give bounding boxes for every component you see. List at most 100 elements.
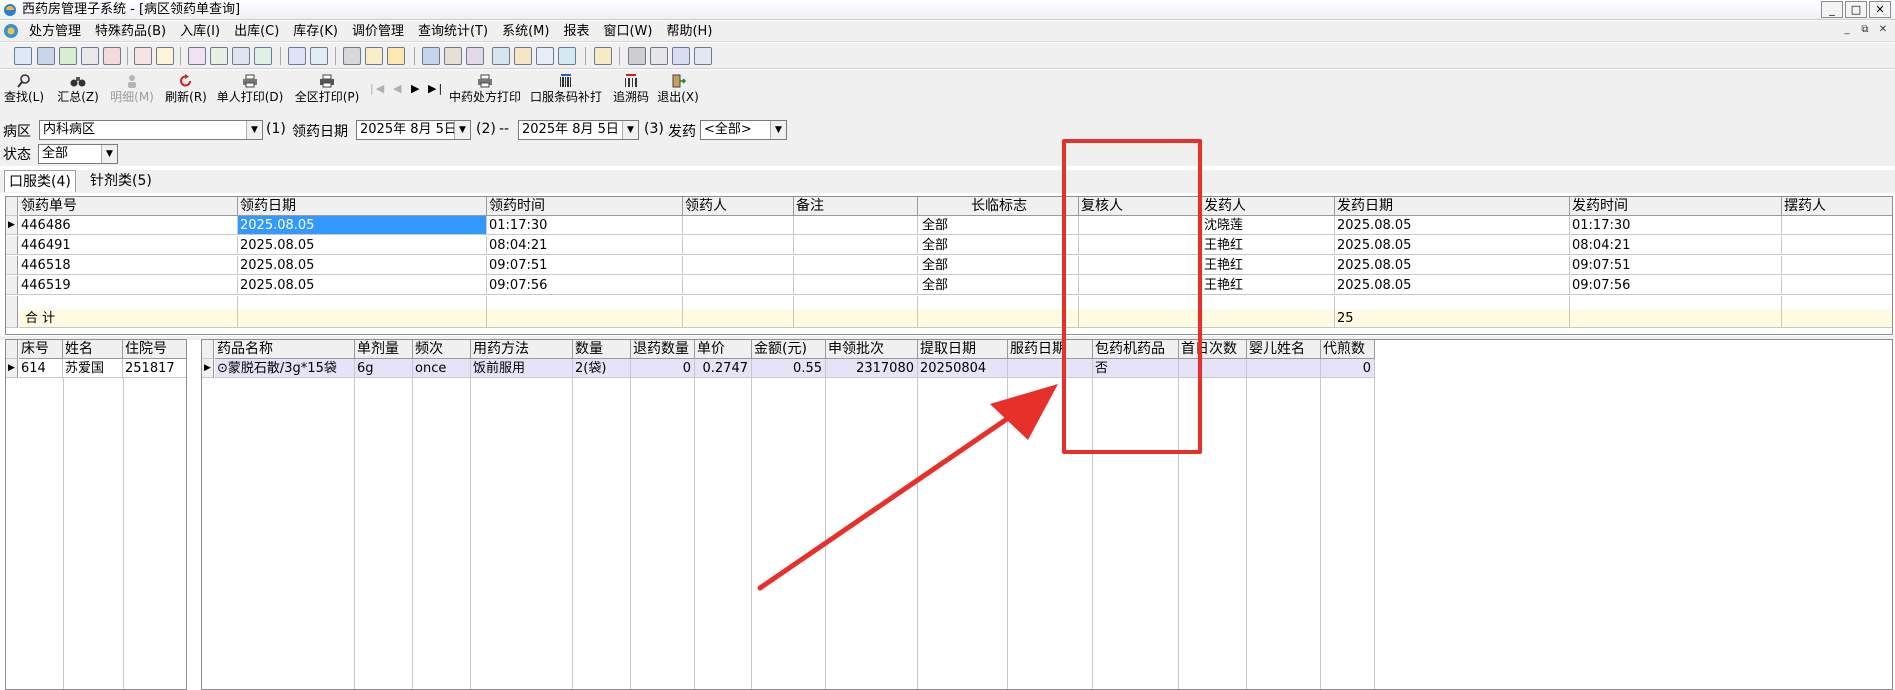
grid-cell[interactable] (794, 216, 918, 235)
toolbar-grid-icon[interactable] (103, 47, 121, 65)
grid-cell[interactable]: 08:04:21 (1570, 236, 1782, 255)
column-header[interactable]: 住院号 (123, 340, 186, 359)
grid-cell[interactable]: 0.55 (752, 359, 826, 378)
grid-cell[interactable]: 2025.08.05 (1335, 256, 1570, 275)
toolbar-bell-icon[interactable] (365, 47, 383, 65)
maximize-button[interactable]: □ (1845, 1, 1867, 18)
minimize-button[interactable]: _ (1821, 1, 1843, 18)
next-record-icon[interactable]: ▶ (411, 82, 421, 95)
oral-barcode-reprint-button[interactable]: 口服条码补打 (528, 72, 604, 110)
ward-print-button[interactable]: 全区打印(P) (292, 72, 362, 110)
menu-reports[interactable]: 报表 (556, 21, 596, 42)
grid-cell[interactable]: 王艳红 (1202, 276, 1335, 295)
column-header[interactable]: 用药方法 (471, 340, 573, 359)
drug-row[interactable]: ▶ ⊙蒙脱石散/3g*15袋 6g once 饭前服用 2(袋) 0 0.2747 0.55 23… (202, 359, 1892, 378)
toolbar-bottle-icon[interactable] (37, 47, 55, 65)
grid-cell[interactable] (794, 236, 918, 255)
column-header[interactable]: 婴儿姓名 (1247, 340, 1321, 359)
toolbar-box-icon[interactable] (492, 47, 510, 65)
toolbar-report-icon[interactable] (188, 47, 206, 65)
order-row[interactable]: ▶ 446486 2025.08.05 01:17:30 全部 沈晓莲 2025.08.05… (6, 216, 1892, 235)
grid-cell[interactable]: 2025.08.05 (1335, 216, 1570, 235)
column-header[interactable]: 频次 (413, 340, 471, 359)
grid-cell[interactable] (1782, 276, 1892, 295)
menu-stock-in[interactable]: 入库(I) (173, 21, 227, 42)
grid-cell[interactable]: 2025.08.05 (238, 276, 487, 295)
grid-cell[interactable] (1782, 236, 1892, 255)
prev-record-icon[interactable]: ◀ (393, 82, 403, 95)
grid-cell[interactable]: 09:07:56 (487, 276, 683, 295)
grid-cell[interactable] (1782, 216, 1892, 235)
grid-cell[interactable]: 饭前服用 (471, 359, 573, 378)
column-header[interactable]: 申领批次 (826, 340, 918, 359)
ward-select[interactable]: 内科病区 ▼ (39, 120, 263, 140)
column-header[interactable]: 金额(元) (752, 340, 826, 359)
column-header[interactable]: 单价 (695, 340, 752, 359)
menu-window[interactable]: 窗口(W) (596, 21, 659, 42)
grid-cell[interactable] (683, 216, 794, 235)
single-print-button[interactable]: 单人打印(D) (215, 72, 285, 110)
column-header[interactable]: 摆药人 (1782, 197, 1892, 216)
patient-row[interactable]: ▶ 614 苏爱国 251817 (6, 359, 186, 378)
trace-code-button[interactable]: 追溯码 (610, 72, 652, 110)
mdi-minimize-button[interactable]: _ (1839, 23, 1855, 38)
mdi-close-button[interactable]: ✕ (1875, 23, 1891, 38)
toolbar-checklist-icon[interactable] (210, 47, 228, 65)
column-header[interactable]: 发药日期 (1335, 197, 1570, 216)
grid-cell[interactable]: 2025.08.05 (238, 256, 487, 275)
menu-help[interactable]: 帮助(H) (659, 21, 719, 42)
grid-cell[interactable]: 2025.08.05 (1335, 276, 1570, 295)
last-record-icon[interactable]: ▶| (428, 82, 444, 95)
grid-cell[interactable]: 全部 (918, 256, 1079, 275)
toolbar-copy-icon[interactable] (232, 47, 250, 65)
status-select[interactable]: 全部 ▼ (38, 144, 118, 164)
grid-cell[interactable]: 全部 (918, 216, 1079, 235)
grid-cell[interactable]: 2025.08.05 (1335, 236, 1570, 255)
order-row[interactable]: 446518 2025.08.05 09:07:51 全部 王艳红 2025.08.05 0… (6, 256, 1892, 275)
date-from-picker[interactable]: 2025年 8月 5日 ▼ (356, 120, 471, 140)
grid-cell[interactable]: 446491 (19, 236, 238, 255)
toolbar-image-icon[interactable] (387, 47, 405, 65)
grid-cell[interactable]: 0.2747 (695, 359, 752, 378)
grid-cell[interactable]: 全部 (918, 236, 1079, 255)
grid-cell[interactable]: 09:07:51 (487, 256, 683, 275)
column-header[interactable]: 代煎数 (1321, 340, 1375, 359)
toolbar-trash-icon[interactable] (422, 47, 440, 65)
column-header[interactable]: 发药人 (1202, 197, 1335, 216)
grid-cell[interactable]: 沈晓莲 (1202, 216, 1335, 235)
find-button[interactable]: 查找(L) (2, 72, 46, 110)
toolbar-window-icon[interactable] (310, 47, 328, 65)
column-header[interactable]: 领药日期 (238, 197, 487, 216)
grid-cell[interactable]: 2317080 (826, 359, 918, 378)
tab-oral[interactable]: 口服类(4) (4, 170, 76, 192)
grid-cell[interactable]: once (413, 359, 471, 378)
grid-cell[interactable] (1247, 359, 1321, 378)
toolbar-export-icon[interactable] (254, 47, 272, 65)
grid-cell[interactable]: 2025.08.05 (238, 216, 487, 235)
toolbar-settings-icon[interactable] (558, 47, 576, 65)
grid-cell[interactable]: 09:07:51 (1570, 256, 1782, 275)
toolbar-arrow-icon[interactable] (694, 47, 712, 65)
grid-cell[interactable]: 6g (355, 359, 413, 378)
toolbar-flask-icon[interactable] (514, 47, 532, 65)
column-header[interactable]: 领药单号 (19, 197, 238, 216)
toolbar-stack-icon[interactable] (672, 47, 690, 65)
grid-cell[interactable]: 王艳红 (1202, 236, 1335, 255)
toolbar-check-icon[interactable] (59, 47, 77, 65)
column-header[interactable]: 领药时间 (487, 197, 683, 216)
menu-inventory[interactable]: 库存(K) (286, 21, 345, 42)
column-header[interactable]: 领药人 (683, 197, 794, 216)
toolbar-card-icon[interactable] (156, 47, 174, 65)
grid-cell[interactable]: ⊙蒙脱石散/3g*15袋 (215, 359, 355, 378)
mdi-restore-button[interactable]: ⧉ (1857, 23, 1873, 38)
grid-cell[interactable]: 2(袋) (573, 359, 631, 378)
menu-stock-out[interactable]: 出库(C) (227, 21, 286, 42)
order-row[interactable]: 446519 2025.08.05 09:07:56 全部 王艳红 2025.08.05 0… (6, 276, 1892, 295)
toolbar-binoculars-icon[interactable] (81, 47, 99, 65)
toolbar-transfer-icon[interactable] (466, 47, 484, 65)
toolbar-folder-icon[interactable] (594, 47, 612, 65)
toolbar-zoom-icon[interactable] (650, 47, 668, 65)
toolbar-edit-icon[interactable] (288, 47, 306, 65)
column-header[interactable]: 床号 (19, 340, 63, 359)
toolbar-truck-icon[interactable] (444, 47, 462, 65)
